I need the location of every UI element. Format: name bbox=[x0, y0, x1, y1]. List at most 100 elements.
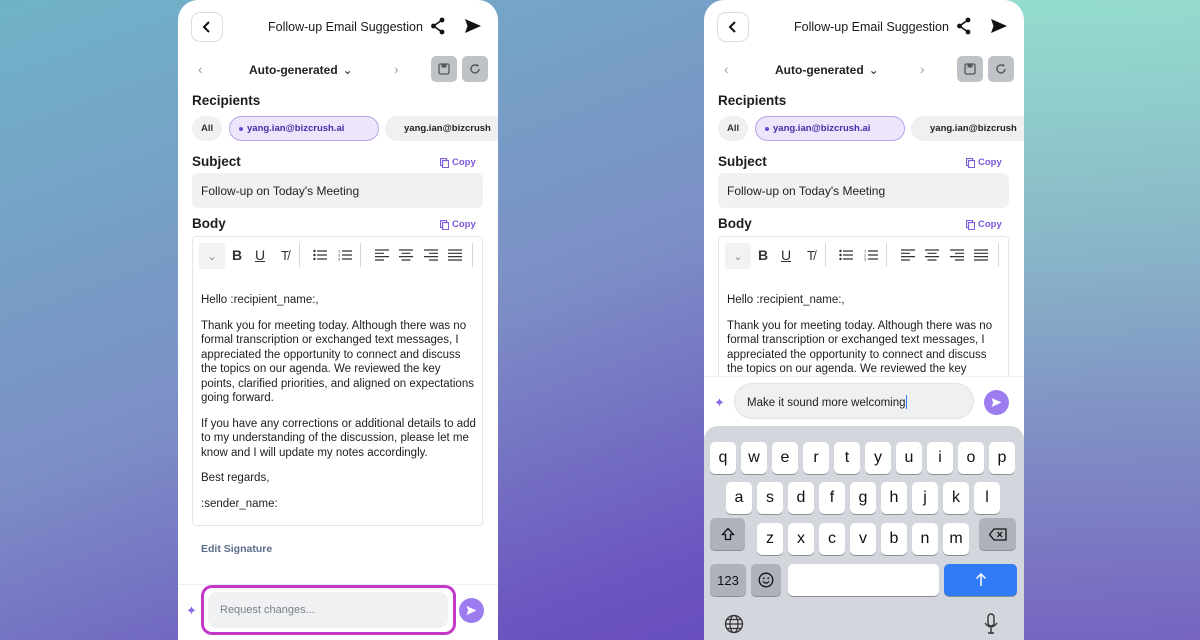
align-center-icon[interactable] bbox=[397, 245, 415, 265]
key-l[interactable]: l bbox=[974, 482, 1000, 514]
globe-icon[interactable] bbox=[724, 614, 744, 634]
copy-body-button[interactable]: Copy bbox=[440, 219, 476, 230]
page-title: Follow-up Email Suggestion bbox=[268, 20, 423, 34]
request-changes-input[interactable] bbox=[208, 592, 448, 628]
align-center-icon[interactable] bbox=[923, 245, 941, 265]
back-button[interactable] bbox=[717, 12, 749, 42]
key-u[interactable]: u bbox=[896, 442, 922, 474]
backspace-key[interactable] bbox=[979, 518, 1016, 550]
clear-format-icon[interactable]: T̸ bbox=[276, 245, 294, 265]
bold-icon[interactable]: B bbox=[228, 245, 246, 265]
version-dropdown[interactable]: Auto-generated ⌄ bbox=[775, 63, 879, 77]
key-s[interactable]: s bbox=[757, 482, 783, 514]
key-t[interactable]: t bbox=[834, 442, 860, 474]
bullet-list-icon[interactable] bbox=[837, 245, 855, 265]
regenerate-button[interactable] bbox=[462, 56, 488, 82]
recipient-chip[interactable]: yang.ian@bizcrush bbox=[385, 116, 498, 141]
chevron-left-icon bbox=[202, 21, 210, 33]
key-g[interactable]: g bbox=[850, 482, 876, 514]
body-editor[interactable]: ⌄ B U T̸ 123 Hello :recipient_name:, Tha… bbox=[192, 236, 483, 526]
key-n[interactable]: n bbox=[912, 523, 938, 555]
body-closing: Best regards, bbox=[201, 472, 270, 484]
numbers-key[interactable]: 123 bbox=[710, 564, 746, 596]
underline-icon[interactable]: U bbox=[777, 245, 795, 265]
key-w[interactable]: w bbox=[741, 442, 767, 474]
space-key[interactable] bbox=[788, 564, 939, 596]
regenerate-button[interactable] bbox=[988, 56, 1014, 82]
key-f[interactable]: f bbox=[819, 482, 845, 514]
email-body-text[interactable]: Hello :recipient_name:, Thank you for me… bbox=[727, 293, 1003, 385]
text-style-dropdown[interactable]: ⌄ bbox=[725, 243, 751, 269]
key-k[interactable]: k bbox=[943, 482, 969, 514]
key-z[interactable]: z bbox=[757, 523, 783, 555]
edit-signature-link[interactable]: Edit Signature bbox=[201, 543, 272, 555]
copy-subject-button[interactable]: Copy bbox=[440, 157, 476, 168]
clear-format-icon[interactable]: T̸ bbox=[802, 245, 820, 265]
key-y[interactable]: y bbox=[865, 442, 891, 474]
send-icon[interactable] bbox=[990, 17, 1008, 35]
bold-icon[interactable]: B bbox=[754, 245, 772, 265]
align-right-icon[interactable] bbox=[422, 245, 440, 265]
copy-body-button[interactable]: Copy bbox=[966, 219, 1002, 230]
key-v[interactable]: v bbox=[850, 523, 876, 555]
align-justify-icon[interactable] bbox=[972, 245, 990, 265]
key-d[interactable]: d bbox=[788, 482, 814, 514]
body-editor[interactable]: ⌄ B U T̸ 123 Hello :recipient_name:, Tha… bbox=[718, 236, 1009, 386]
key-o[interactable]: o bbox=[958, 442, 984, 474]
send-request-button[interactable] bbox=[459, 598, 484, 623]
shift-key[interactable] bbox=[710, 518, 745, 550]
share-icon[interactable] bbox=[430, 17, 446, 35]
numbered-list-icon[interactable]: 123 bbox=[862, 245, 880, 265]
key-i[interactable]: i bbox=[927, 442, 953, 474]
send-request-button[interactable] bbox=[984, 390, 1009, 415]
return-key[interactable] bbox=[944, 564, 1017, 596]
subject-field[interactable]: Follow-up on Today's Meeting bbox=[718, 173, 1009, 208]
format-toolbar: ⌄ B U T̸ 123 bbox=[193, 237, 482, 273]
prev-version-icon[interactable]: ‹ bbox=[198, 61, 203, 77]
copy-icon bbox=[440, 219, 449, 230]
share-icon[interactable] bbox=[956, 17, 972, 35]
key-r[interactable]: r bbox=[803, 442, 829, 474]
format-toolbar: ⌄ B U T̸ 123 bbox=[719, 237, 1008, 273]
recipient-chip-selected[interactable]: yang.ian@bizcrush.ai bbox=[755, 116, 905, 141]
copy-subject-button[interactable]: Copy bbox=[966, 157, 1002, 168]
bullet-list-icon[interactable] bbox=[311, 245, 329, 265]
text-style-dropdown[interactable]: ⌄ bbox=[199, 243, 225, 269]
underline-icon[interactable]: U bbox=[251, 245, 269, 265]
recipient-chip[interactable]: yang.ian@bizcrush bbox=[911, 116, 1024, 141]
email-body-text[interactable]: Hello :recipient_name:, Thank you for me… bbox=[201, 293, 477, 522]
toolbar-divider bbox=[360, 243, 361, 267]
numbered-list-icon[interactable]: 123 bbox=[336, 245, 354, 265]
recipient-chip-selected[interactable]: yang.ian@bizcrush.ai bbox=[229, 116, 379, 141]
recipient-chip-all[interactable]: All bbox=[192, 116, 222, 141]
key-a[interactable]: a bbox=[726, 482, 752, 514]
send-icon[interactable] bbox=[464, 17, 482, 35]
copy-icon bbox=[966, 157, 975, 168]
back-button[interactable] bbox=[191, 12, 223, 42]
next-version-icon[interactable]: › bbox=[920, 61, 925, 77]
key-m[interactable]: m bbox=[943, 523, 969, 555]
microphone-icon[interactable] bbox=[983, 613, 999, 635]
key-p[interactable]: p bbox=[989, 442, 1015, 474]
version-dropdown[interactable]: Auto-generated ⌄ bbox=[249, 63, 353, 77]
recipient-chip-all[interactable]: All bbox=[718, 116, 748, 141]
next-version-icon[interactable]: › bbox=[394, 61, 399, 77]
align-left-icon[interactable] bbox=[899, 245, 917, 265]
key-x[interactable]: x bbox=[788, 523, 814, 555]
emoji-key[interactable] bbox=[751, 564, 781, 596]
key-q[interactable]: q bbox=[710, 442, 736, 474]
key-b[interactable]: b bbox=[881, 523, 907, 555]
prev-version-icon[interactable]: ‹ bbox=[724, 61, 729, 77]
save-button[interactable] bbox=[431, 56, 457, 82]
align-left-icon[interactable] bbox=[373, 245, 391, 265]
key-h[interactable]: h bbox=[881, 482, 907, 514]
subject-field[interactable]: Follow-up on Today's Meeting bbox=[192, 173, 483, 208]
key-c[interactable]: c bbox=[819, 523, 845, 555]
align-justify-icon[interactable] bbox=[446, 245, 464, 265]
key-e[interactable]: e bbox=[772, 442, 798, 474]
request-changes-input[interactable]: Make it sound more welcoming bbox=[734, 383, 974, 419]
key-j[interactable]: j bbox=[912, 482, 938, 514]
align-right-icon[interactable] bbox=[948, 245, 966, 265]
onscreen-keyboard: qwertyuiop asdfghjkl zxcvbnm 123 bbox=[704, 426, 1024, 640]
save-button[interactable] bbox=[957, 56, 983, 82]
